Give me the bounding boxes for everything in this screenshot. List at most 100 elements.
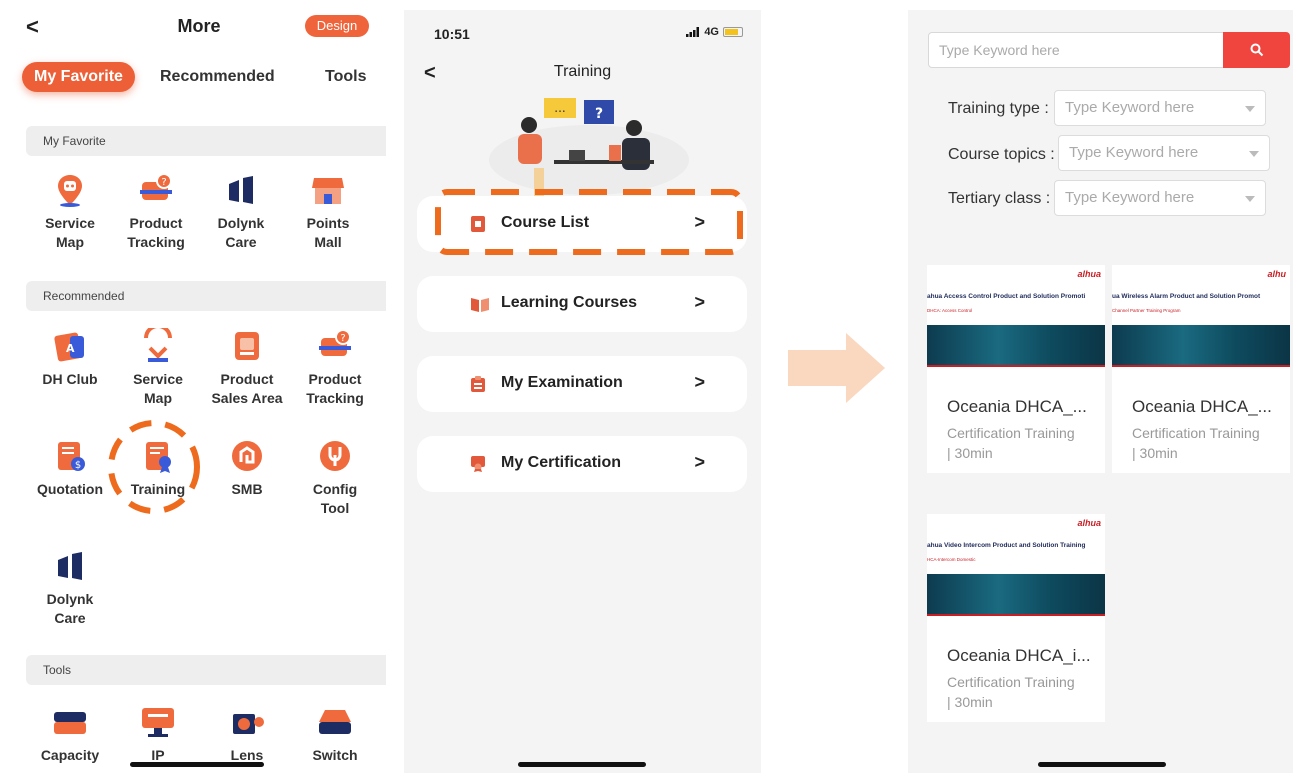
certification-icon [471, 456, 485, 472]
app-label: DH Club [42, 371, 98, 387]
app-service-map-2[interactable]: Service Map [115, 324, 201, 408]
search-icon [1250, 43, 1264, 57]
course-topics-select[interactable]: Type Keyword here [1058, 135, 1270, 171]
svg-text:?: ? [161, 177, 166, 188]
search-input[interactable]: Type Keyword here [928, 32, 1224, 68]
app-label: Capacity [40, 747, 100, 763]
app-label: Service Map [133, 371, 183, 406]
training-illustration: ... ? [489, 98, 689, 198]
app-switch[interactable]: Switch [292, 704, 378, 765]
home-indicator[interactable] [518, 762, 646, 767]
caret-down-icon [1245, 106, 1255, 112]
service-map-icon [140, 324, 176, 364]
product-tracking-icon: ? [317, 328, 353, 364]
dolynk-care-icon [223, 172, 259, 208]
app-label: Quotation [36, 481, 104, 497]
menu-my-certification[interactable]: My Certification > [417, 436, 747, 492]
course-card[interactable]: alhu ua Wireless Alarm Product and Solut… [1112, 265, 1290, 473]
app-product-sales-area[interactable]: Product Sales Area [204, 328, 290, 408]
filter-label-training-type: Training type : [948, 100, 1049, 117]
filter-label-tertiary-class: Tertiary class : [948, 190, 1051, 207]
product-tracking-icon: ? [138, 172, 174, 208]
app-points-mall[interactable]: Points Mall [285, 172, 371, 252]
thumbnail-band [1112, 325, 1290, 367]
training-type-select[interactable]: Type Keyword here [1054, 90, 1266, 126]
examination-icon [471, 376, 485, 392]
course-meta: Certification Training | 30min [1132, 425, 1260, 461]
status-time: 10:51 [434, 26, 470, 42]
course-card[interactable]: alhua ahua Access Control Product and So… [927, 265, 1105, 473]
course-list-highlight-box [435, 189, 743, 255]
app-dolynk-care[interactable]: Dolynk Care [198, 172, 284, 252]
signal-icon [686, 27, 700, 37]
page-title: Training [553, 63, 612, 80]
app-config-tool[interactable]: Config Tool [292, 438, 378, 518]
thumbnail-subtitle: Channel Partner Training Program [1112, 308, 1181, 313]
course-thumbnail: alhua ahua Access Control Product and So… [927, 265, 1105, 369]
filter-label-course-topics: Course topics : [948, 146, 1055, 163]
svg-text:?: ? [340, 333, 345, 344]
thumbnail-title: ahua Access Control Product and Solution… [927, 293, 1086, 300]
select-placeholder: Type Keyword here [1065, 189, 1195, 206]
select-placeholder: Type Keyword here [1065, 99, 1195, 116]
thumbnail-band [927, 574, 1105, 616]
chevron-right-icon: > [694, 372, 705, 392]
app-service-map[interactable]: Service Map [27, 172, 113, 252]
app-label: Switch [312, 747, 358, 763]
app-smb[interactable]: SMB [204, 438, 290, 499]
brand-logo: alhua [1077, 518, 1101, 528]
config-tool-icon [317, 438, 353, 474]
menu-learning-courses[interactable]: Learning Courses > [417, 276, 747, 332]
thumbnail-band [927, 325, 1105, 367]
menu-my-examination[interactable]: My Examination > [417, 356, 747, 412]
app-product-tracking-2[interactable]: ? Product Tracking [292, 328, 378, 408]
dh-club-icon: A [52, 328, 88, 364]
app-quotation[interactable]: $ Quotation [27, 438, 113, 499]
more-screen: < More Design My Favorite Recommended To… [0, 0, 398, 773]
tab-recommended[interactable]: Recommended [160, 62, 275, 92]
section-header-tools: Tools [26, 655, 386, 685]
design-badge[interactable]: Design [305, 15, 369, 37]
tab-bar: My Favorite Recommended Tools [22, 62, 382, 92]
product-sales-area-icon [229, 328, 265, 364]
course-name: Oceania DHCA_i... [947, 646, 1091, 665]
home-indicator[interactable] [1038, 762, 1166, 767]
app-label: Dolynk Care [46, 591, 94, 626]
chevron-right-icon: > [694, 452, 705, 472]
app-dh-club[interactable]: A DH Club [27, 328, 113, 389]
course-name: Oceania DHCA_... [947, 397, 1087, 416]
app-product-tracking[interactable]: ? Product Tracking [113, 172, 199, 252]
tab-tools[interactable]: Tools [325, 62, 366, 92]
search-button[interactable] [1223, 32, 1290, 68]
course-name: Oceania DHCA_... [1132, 397, 1272, 416]
app-label: Points Mall [306, 215, 350, 250]
brand-logo: alhu [1267, 269, 1286, 279]
points-mall-icon [310, 172, 346, 208]
home-indicator[interactable] [130, 762, 264, 767]
thumbnail-title: ahua Video Intercom Product and Solution… [927, 542, 1086, 549]
chevron-right-icon: > [694, 292, 705, 312]
app-lens[interactable]: Lens [204, 704, 290, 765]
menu-label: My Examination [501, 374, 623, 391]
section-header-favorite: My Favorite [26, 126, 386, 156]
course-thumbnail: alhu ua Wireless Alarm Product and Solut… [1112, 265, 1290, 369]
service-map-icon [52, 172, 88, 208]
flow-arrow-icon [788, 333, 885, 403]
app-label: SMB [231, 481, 263, 497]
training-screen: 10:51 4G < Training ... ? Course List > … [404, 10, 761, 773]
course-meta: Certification Training | 30min [947, 425, 1075, 461]
app-label: Service Map [45, 215, 95, 250]
app-capacity[interactable]: Capacity [27, 704, 113, 765]
app-label: Product Tracking [306, 371, 364, 406]
ip-icon [140, 704, 176, 740]
tab-my-favorite[interactable]: My Favorite [22, 62, 135, 92]
tertiary-class-select[interactable]: Type Keyword here [1054, 180, 1266, 216]
app-dolynk-care-2[interactable]: Dolynk Care [27, 548, 113, 628]
course-card[interactable]: alhua ahua Video Intercom Product and So… [927, 514, 1105, 722]
app-ip[interactable]: IP [115, 704, 201, 765]
app-label: Product Tracking [127, 215, 185, 250]
svg-text:A: A [66, 342, 75, 355]
status-indicators: 4G [686, 26, 743, 38]
network-label: 4G [704, 26, 719, 38]
select-placeholder: Type Keyword here [1069, 144, 1199, 161]
